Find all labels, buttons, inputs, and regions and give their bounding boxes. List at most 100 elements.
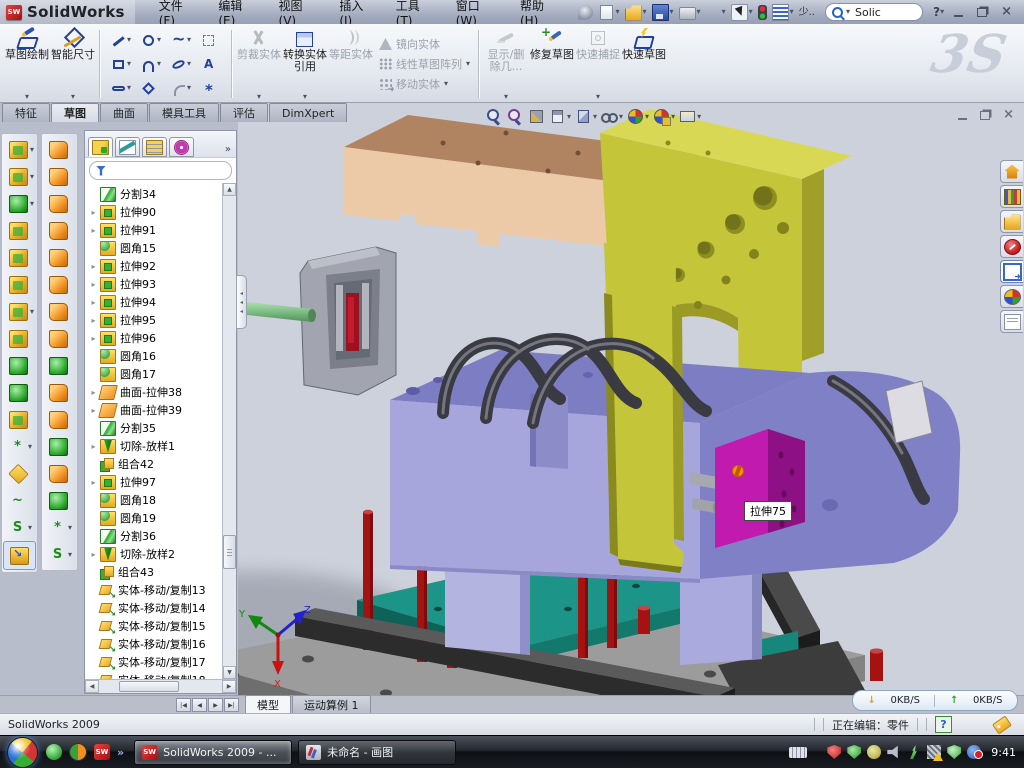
solidworks-icon[interactable]: SW — [94, 744, 110, 760]
motion-nav-3[interactable]: ▶| — [224, 698, 239, 712]
tree-item[interactable]: 圆角19 — [87, 509, 222, 527]
messenger-green-icon[interactable] — [46, 744, 62, 760]
apply-scene-button[interactable]: ▾ — [652, 107, 676, 126]
quick-launch-overflow[interactable]: » — [117, 746, 124, 759]
search-box[interactable]: ▾ — [825, 3, 923, 21]
network-speed-widget[interactable]: ↓ 0KB/S ↑ 0KB/S — [852, 690, 1018, 711]
chevron-down-icon[interactable]: ▾ — [846, 8, 850, 16]
offset-surface-button[interactable] — [43, 298, 76, 325]
command-tab-0[interactable]: 特征 — [2, 103, 50, 122]
revolved-boss-button[interactable] — [3, 217, 36, 244]
spline-button[interactable]: S▾ — [3, 514, 36, 541]
quick-snaps-button[interactable]: 快速捕捉▾ — [575, 26, 621, 102]
tree-item[interactable]: ▸拉伸94 — [87, 293, 222, 311]
edit-appearance-button[interactable]: ▾ — [626, 107, 650, 126]
section-view-button[interactable] — [527, 107, 546, 126]
dropdown-arrow-icon[interactable]: ▾ — [697, 113, 701, 121]
dropdown-arrow-icon[interactable]: ▾ — [187, 36, 191, 44]
dropdown-arrow-icon[interactable]: ▾ — [68, 524, 72, 532]
dropdown-arrow-icon[interactable]: ▾ — [30, 146, 34, 154]
curve-button[interactable]: ~ — [3, 487, 36, 514]
revolved-surface-button[interactable] — [43, 163, 76, 190]
ellipse-button[interactable]: ▾ — [166, 52, 196, 76]
help-dropdown-icon[interactable]: ▾ — [940, 8, 944, 16]
model-tab-0[interactable]: 模型 — [245, 695, 291, 713]
rapid-sketch-button[interactable]: 快速草图 — [621, 26, 667, 102]
defender-green-icon[interactable] — [947, 745, 961, 759]
tree-item[interactable]: 实体-移动/复制17 — [87, 653, 222, 671]
extruded-surface-button[interactable] — [43, 136, 76, 163]
dropdown-arrow-icon[interactable]: ▾ — [790, 8, 794, 16]
dropdown-arrow-icon[interactable]: ▾ — [619, 113, 623, 121]
point-button[interactable]: ▾ — [196, 76, 226, 100]
restore-button[interactable] — [977, 8, 987, 17]
security-alert-red-icon[interactable] — [827, 745, 841, 759]
extruded-boss-button[interactable]: ▾ — [3, 136, 36, 163]
smart-dimension-button[interactable]: 智能尺寸▾ — [50, 26, 96, 102]
design-library-tab[interactable] — [1000, 185, 1023, 208]
taskbar-clock[interactable]: 9:41 — [991, 746, 1016, 759]
tree-item[interactable]: 实体-移动/复制18 — [87, 671, 222, 679]
open-document-button[interactable]: ▾ — [623, 3, 649, 22]
scroll-left-icon[interactable]: ◀ — [85, 680, 99, 693]
scroll-down-icon[interactable]: ▼ — [223, 666, 236, 679]
start-button[interactable] — [7, 737, 38, 768]
linear-pattern-button[interactable]: ▾ — [3, 298, 36, 325]
dropdown-arrow-icon[interactable]: ▾ — [68, 551, 72, 559]
text-button[interactable]: ▾ — [196, 52, 226, 76]
tree-item[interactable]: ▸拉伸96 — [87, 329, 222, 347]
planar-surface-button[interactable] — [43, 271, 76, 298]
boundary-surface-button[interactable] — [43, 244, 76, 271]
configurationmanager-tab[interactable] — [142, 137, 167, 157]
dropdown-arrow-icon[interactable]: ▾ — [30, 200, 34, 208]
dropdown-arrow-icon[interactable]: ▾ — [444, 80, 448, 88]
expand-arrow-icon[interactable]: ▸ — [89, 298, 98, 307]
dropdown-arrow-icon[interactable]: ▾ — [28, 524, 32, 532]
options-button[interactable]: ▾ — [770, 3, 796, 22]
tree-item[interactable]: ▸曲面-拉伸38 — [87, 383, 222, 401]
reference-geometry-button[interactable]: *▾ — [43, 514, 76, 541]
slot-button[interactable]: ▾ — [106, 76, 136, 100]
command-tab-4[interactable]: 评估 — [220, 103, 268, 122]
motion-nav-2[interactable]: ▶ — [208, 698, 223, 712]
tree-filter-box[interactable] — [89, 161, 232, 180]
tree-item[interactable]: ▸拉伸97 — [87, 473, 222, 491]
tree-item[interactable]: ▸拉伸93 — [87, 275, 222, 293]
move-entities-button[interactable]: 移动实体▾ — [376, 75, 473, 93]
expand-arrow-icon[interactable]: ▸ — [89, 442, 98, 451]
panel-splitter[interactable]: ◂◂◂ — [236, 275, 247, 329]
scroll-thumb[interactable] — [119, 681, 179, 692]
graphics-area[interactable]: X Y Z ▾▾▾▾▾▾ × 拉伸75 — [238, 103, 1024, 695]
dropdown-arrow-icon[interactable]: ▾ — [749, 8, 753, 16]
command-tab-2[interactable]: 曲面 — [100, 103, 148, 122]
wireless-warning-icon[interactable] — [927, 745, 941, 759]
doc-restore-button[interactable] — [980, 111, 990, 120]
draft-button[interactable] — [3, 271, 36, 298]
tree-item[interactable]: 圆角16 — [87, 347, 222, 365]
tree-item[interactable]: 圆角17 — [87, 365, 222, 383]
dropdown-arrow-icon[interactable]: ▾ — [257, 93, 261, 101]
command-tab-1[interactable]: 草图 — [51, 103, 99, 122]
repair-sketch-button[interactable]: 修复草图 — [529, 26, 575, 102]
arc-button[interactable]: ▾ — [136, 52, 166, 76]
swept-surface-button[interactable] — [43, 190, 76, 217]
tree-item[interactable]: 圆角18 — [87, 491, 222, 509]
dropdown-arrow-icon[interactable]: ▾ — [127, 36, 131, 44]
dropdown-arrow-icon[interactable]: ▾ — [187, 84, 191, 92]
tree-horizontal-scrollbar[interactable]: ◀ ▶ — [85, 679, 236, 693]
tree-item[interactable]: 实体-移动/复制14 — [87, 599, 222, 617]
command-tab-3[interactable]: 模具工具 — [149, 103, 219, 122]
antivirus-green-icon[interactable] — [847, 745, 861, 759]
dropdown-arrow-icon[interactable]: ▾ — [722, 8, 726, 16]
featuremanager-tab[interactable] — [88, 137, 113, 157]
select-button[interactable]: ▾ — [729, 3, 755, 22]
minimize-button[interactable] — [954, 8, 963, 17]
scroll-right-icon[interactable]: ▶ — [222, 680, 236, 693]
tree-item[interactable]: 分割35 — [87, 419, 222, 437]
expand-arrow-icon[interactable]: ▸ — [89, 550, 98, 559]
linear-sketch-pattern-button[interactable]: 线性草图阵列▾ — [376, 55, 473, 73]
dropdown-arrow-icon[interactable]: ▾ — [30, 308, 34, 316]
search-input[interactable] — [853, 5, 903, 20]
fillet-button[interactable]: ▾ — [3, 190, 36, 217]
tree-vertical-scrollbar[interactable]: ▲ ▼ — [222, 183, 236, 679]
